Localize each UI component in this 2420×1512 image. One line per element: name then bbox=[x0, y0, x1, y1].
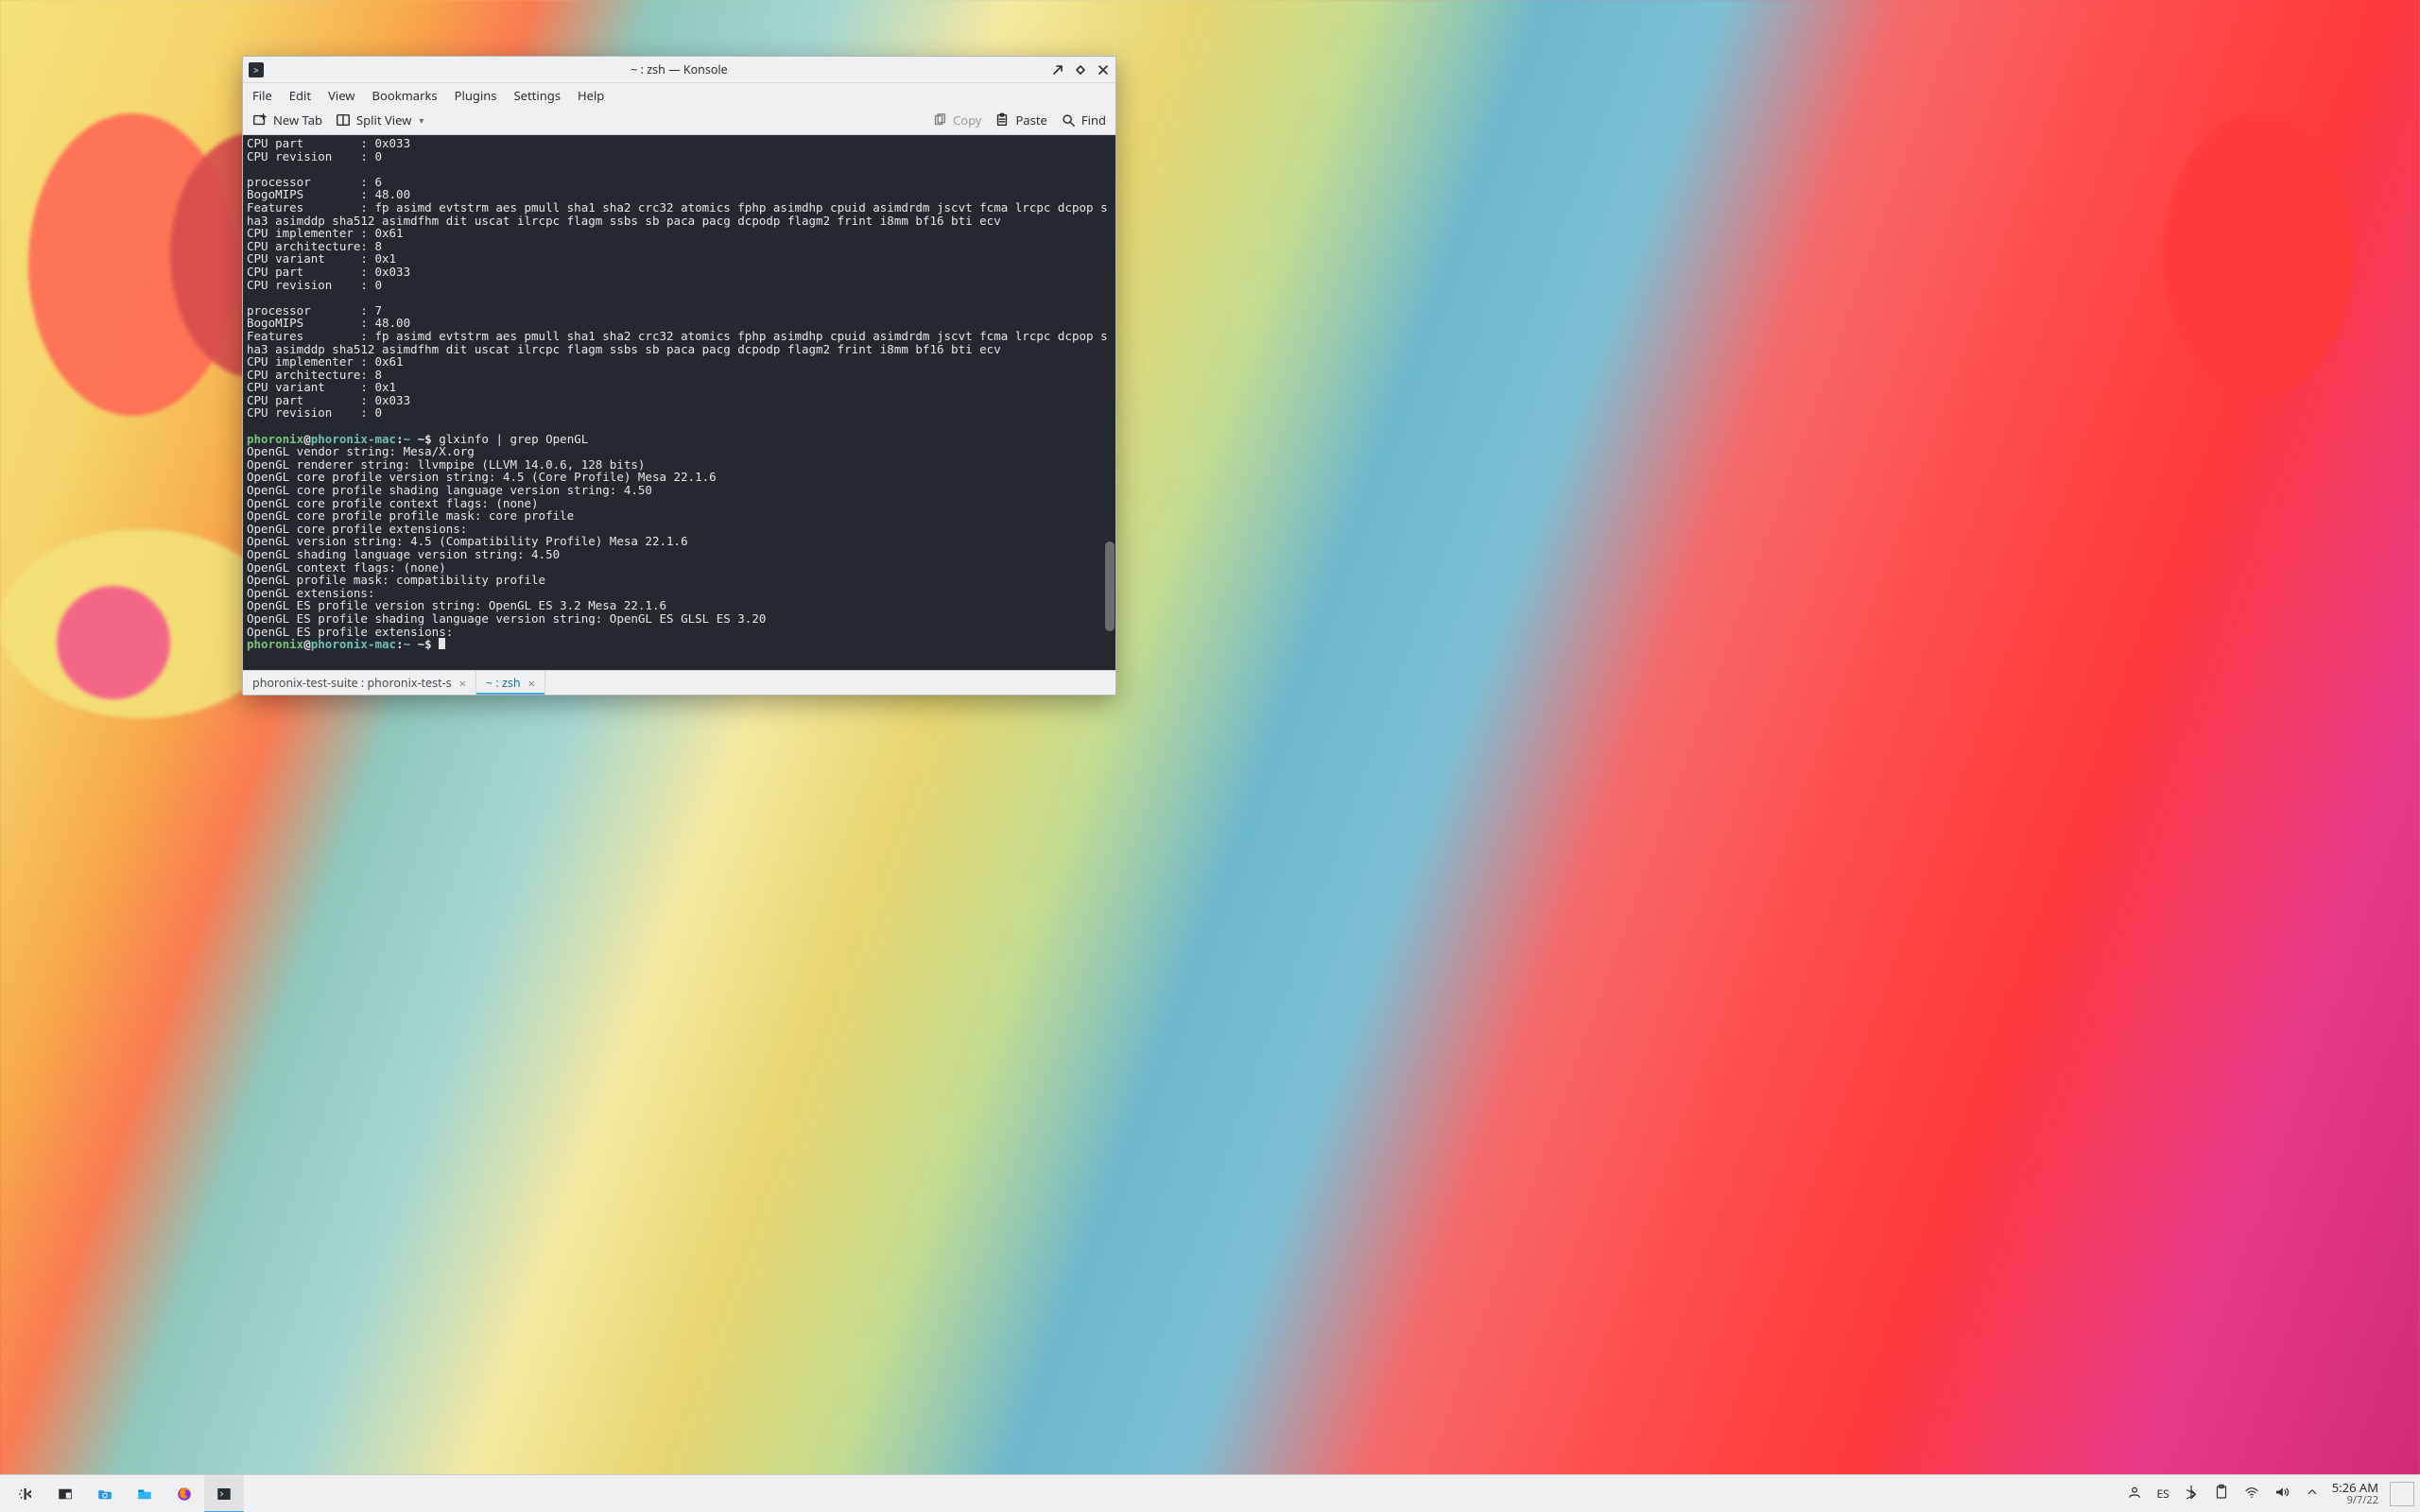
find-button[interactable]: Find bbox=[1061, 112, 1106, 129]
bluetooth-icon[interactable] bbox=[2183, 1484, 2200, 1504]
folder-icon bbox=[136, 1486, 153, 1503]
copy-icon bbox=[932, 112, 947, 128]
window-title: ~ : zsh — Konsole bbox=[243, 61, 1115, 77]
task-manager-button[interactable] bbox=[45, 1475, 85, 1512]
menu-plugins[interactable]: Plugins bbox=[455, 87, 497, 104]
input-method-indicator[interactable]: ES bbox=[2156, 1486, 2169, 1502]
close-button[interactable] bbox=[1097, 63, 1110, 77]
new-tab-label: New Tab bbox=[273, 112, 322, 129]
tray-expand-icon[interactable] bbox=[2304, 1484, 2321, 1504]
tab-label: ~ : zsh bbox=[486, 675, 521, 691]
titlebar[interactable]: > ~ : zsh — Konsole bbox=[243, 57, 1115, 83]
menu-file[interactable]: File bbox=[252, 87, 272, 104]
minimize-button[interactable] bbox=[1051, 63, 1064, 77]
terminal-cursor bbox=[439, 638, 445, 649]
clipboard-icon[interactable] bbox=[2213, 1484, 2230, 1504]
chevron-down-icon: ▾ bbox=[419, 113, 424, 127]
menubar: File Edit View Bookmarks Plugins Setting… bbox=[243, 83, 1115, 108]
maximize-button[interactable] bbox=[1074, 63, 1087, 77]
firefox-button[interactable] bbox=[164, 1475, 204, 1512]
activities-icon bbox=[57, 1486, 74, 1503]
konsole-window: > ~ : zsh — Konsole File Edit View Bookm… bbox=[242, 56, 1116, 696]
split-view-button[interactable]: Split View ▾ bbox=[336, 112, 424, 129]
find-label: Find bbox=[1081, 112, 1106, 129]
toolbar: New Tab Split View ▾ Copy Paste Find bbox=[243, 108, 1115, 135]
kde-logo-icon bbox=[17, 1486, 34, 1503]
terminal-scrollbar[interactable] bbox=[1105, 541, 1115, 631]
menu-view[interactable]: View bbox=[328, 87, 354, 104]
taskbar: ES 5:26 AM 9/7/22 bbox=[0, 1474, 2420, 1512]
konsole-taskbar-button[interactable] bbox=[204, 1475, 244, 1512]
volume-icon[interactable] bbox=[2273, 1484, 2290, 1504]
system-tray: ES bbox=[2126, 1484, 2325, 1504]
app-launcher-button[interactable] bbox=[6, 1475, 45, 1512]
tab-zsh[interactable]: ~ : zsh × bbox=[476, 671, 545, 695]
menu-edit[interactable]: Edit bbox=[289, 87, 311, 104]
user-switcher-icon[interactable] bbox=[2126, 1484, 2143, 1504]
copy-button[interactable]: Copy bbox=[932, 112, 981, 129]
show-desktop-button[interactable] bbox=[2390, 1482, 2414, 1506]
system-settings-button[interactable] bbox=[85, 1475, 125, 1512]
split-view-icon bbox=[336, 112, 351, 128]
paste-label: Paste bbox=[1015, 112, 1046, 129]
search-icon bbox=[1061, 112, 1076, 128]
close-icon[interactable]: × bbox=[528, 675, 535, 692]
dolphin-button[interactable] bbox=[125, 1475, 164, 1512]
paste-button[interactable]: Paste bbox=[994, 112, 1046, 129]
firefox-icon bbox=[176, 1486, 193, 1503]
settings-folder-icon bbox=[96, 1486, 113, 1503]
tab-phoronix-test-suite[interactable]: phoronix-test-suite : phoronix-test-s × bbox=[243, 671, 476, 695]
clock-time: 5:26 AM bbox=[2332, 1482, 2378, 1494]
terminal-output-cpuinfo: CPU part : 0x033 CPU revision : 0 proces… bbox=[247, 136, 1108, 420]
paste-icon bbox=[994, 112, 1010, 128]
tab-label: phoronix-test-suite : phoronix-test-s bbox=[252, 675, 452, 691]
terminal[interactable]: CPU part : 0x033 CPU revision : 0 proces… bbox=[243, 135, 1115, 670]
tab-strip: phoronix-test-suite : phoronix-test-s × … bbox=[243, 670, 1115, 695]
new-tab-icon bbox=[252, 112, 268, 128]
menu-settings[interactable]: Settings bbox=[514, 87, 561, 104]
menu-bookmarks[interactable]: Bookmarks bbox=[372, 87, 438, 104]
clock[interactable]: 5:26 AM 9/7/22 bbox=[2326, 1482, 2384, 1506]
split-view-label: Split View bbox=[356, 112, 411, 129]
terminal-output-glxinfo: OpenGL vendor string: Mesa/X.org OpenGL … bbox=[247, 444, 766, 638]
konsole-icon: > bbox=[249, 62, 264, 77]
menu-help[interactable]: Help bbox=[578, 87, 604, 104]
konsole-taskbar-icon bbox=[216, 1486, 233, 1503]
new-tab-button[interactable]: New Tab bbox=[252, 112, 322, 129]
close-icon[interactable]: × bbox=[459, 675, 466, 692]
copy-label: Copy bbox=[953, 112, 981, 129]
wifi-icon[interactable] bbox=[2243, 1484, 2260, 1504]
